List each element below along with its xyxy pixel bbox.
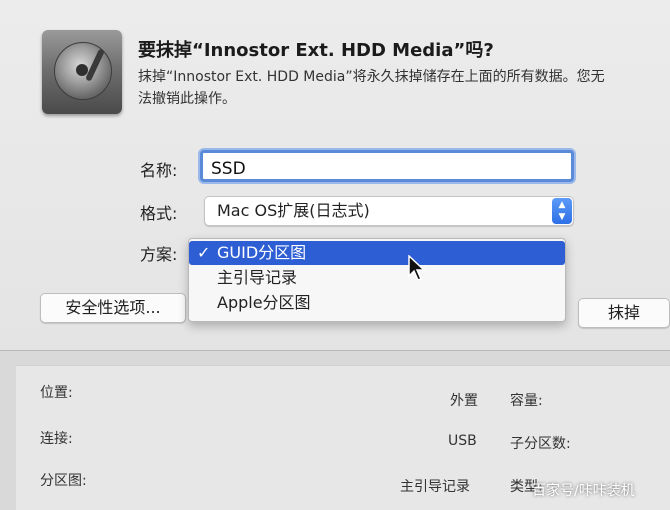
erase-button[interactable]: 抹掉 bbox=[578, 298, 670, 328]
name-field[interactable]: SSD bbox=[200, 150, 574, 182]
location-label: 位置: bbox=[40, 385, 73, 401]
hard-drive-icon bbox=[42, 30, 122, 114]
scheme-option-mbr[interactable]: 主引导记录 bbox=[189, 266, 565, 290]
scheme-label: 方案: bbox=[140, 245, 178, 264]
checkmark-icon: ✓ bbox=[197, 243, 211, 262]
capacity-label: 容量: bbox=[510, 393, 543, 409]
scheme-dropdown-menu: ✓ GUID分区图 主引导记录 Apple分区图 bbox=[188, 238, 566, 322]
scheme-option-label: GUID分区图 bbox=[217, 243, 307, 262]
partition-map-value: 主引导记录 bbox=[400, 479, 470, 495]
scheme-option-label: Apple分区图 bbox=[217, 293, 311, 312]
dialog-description: 抹掉“Innostor Ext. HDD Media”将永久抹掉储存在上面的所有… bbox=[138, 66, 670, 110]
format-label: 格式: bbox=[140, 204, 178, 223]
format-value: Mac OS扩展(日志式) bbox=[217, 201, 370, 220]
watermark: 百家号/咔咔装机 bbox=[532, 483, 635, 499]
security-options-button[interactable]: 安全性选项... bbox=[40, 293, 186, 323]
name-label: 名称: bbox=[140, 161, 178, 180]
connection-label: 连接: bbox=[40, 431, 73, 447]
child-count-label: 子分区数: bbox=[510, 436, 571, 452]
partition-map-label: 分区图: bbox=[40, 473, 87, 489]
format-select[interactable]: Mac OS扩展(日志式) ▲ ▼ bbox=[204, 196, 574, 226]
dialog-title: 要抹掉“Innostor Ext. HDD Media”吗? bbox=[138, 40, 494, 61]
mouse-pointer-icon bbox=[408, 255, 426, 281]
description-line-2: 法撤销此操作。 bbox=[138, 91, 236, 107]
description-line-1: 抹掉“Innostor Ext. HDD Media”将永久抹掉储存在上面的所有… bbox=[138, 69, 605, 85]
scheme-option-guid[interactable]: ✓ GUID分区图 bbox=[189, 241, 565, 265]
scheme-option-apple[interactable]: Apple分区图 bbox=[189, 291, 565, 315]
connection-value: USB bbox=[448, 433, 477, 449]
scheme-option-label: 主引导记录 bbox=[217, 268, 298, 287]
location-value: 外置 bbox=[450, 393, 478, 409]
format-stepper-icon: ▲ ▼ bbox=[552, 198, 572, 224]
